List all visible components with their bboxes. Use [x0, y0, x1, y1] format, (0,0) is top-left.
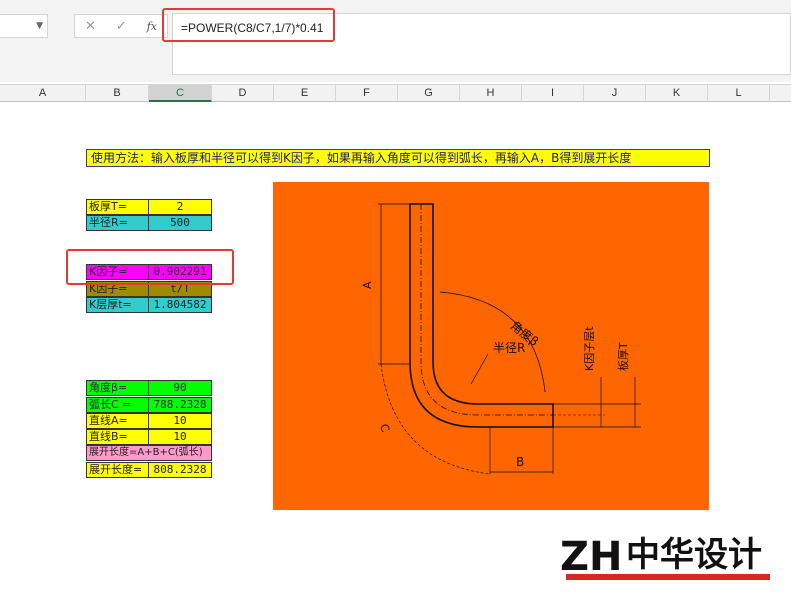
radius-row: 半径R= 500 [86, 215, 212, 231]
logo-graphic: ZH 中华设计 [560, 534, 770, 580]
confirm-icon[interactable]: ✓ [116, 19, 127, 34]
kfactor-highlight-box [66, 249, 234, 285]
chevron-down-icon[interactable]: ▼ [36, 21, 43, 31]
column-header-k[interactable]: K [646, 85, 708, 102]
column-header-f[interactable]: F [336, 85, 398, 102]
column-header-l[interactable]: L [708, 85, 770, 102]
instruction-cell[interactable]: 使用方法：输入板厚和半径可以得到K因子，如果再输入角度可以得到弧长，再输入A，B… [86, 149, 710, 167]
column-header-i[interactable]: I [522, 85, 584, 102]
radius-leader [470, 353, 489, 385]
line-b-row: 直线B= 10 [86, 429, 212, 445]
line-a-row: 直线A= 10 [86, 413, 212, 429]
label-radius: 半径R [493, 341, 525, 355]
angle-value[interactable]: 90 [149, 380, 212, 396]
formula-bar-area: ▼ ✕ ✓ fx =POWER(C8/C7,1/7)*0.41 [0, 0, 791, 82]
insert-function-icon[interactable]: fx [147, 20, 157, 33]
column-header-d[interactable]: D [212, 85, 274, 102]
column-header-b[interactable]: B [86, 85, 149, 102]
unfold-length-label[interactable]: 展开长度= [86, 462, 149, 478]
column-header-h[interactable]: H [460, 85, 522, 102]
label-b: B [516, 455, 524, 469]
unfold-length-value[interactable]: 808.2328 [149, 462, 212, 478]
label-c: C [377, 422, 392, 434]
neutral-axis-line [420, 204, 553, 416]
column-headers: A B C D E F G H I J K L [0, 84, 791, 102]
brand-logo: ZH 中华设计 [558, 526, 774, 584]
angle-label[interactable]: 角度β= [86, 380, 149, 396]
radius-label[interactable]: 半径R= [86, 215, 149, 231]
column-header-g[interactable]: G [398, 85, 460, 102]
arc-label[interactable]: 弧长C = [86, 397, 149, 413]
unfold-formula-label[interactable]: 展开长度=A+B+C(弧长) [86, 445, 212, 461]
bend-diagram: A B C 角度β 半径R K因子层t 板厚T [361, 203, 641, 475]
label-klayer: K因子层t [583, 326, 596, 371]
line-b-value[interactable]: 10 [149, 429, 212, 445]
line-b-label[interactable]: 直线B= [86, 429, 149, 445]
line-a-value[interactable]: 10 [149, 413, 212, 429]
column-header-j[interactable]: J [584, 85, 646, 102]
line-a-label[interactable]: 直线A= [86, 413, 149, 429]
arc-value[interactable]: 788.2328 [149, 397, 212, 413]
column-header-e[interactable]: E [274, 85, 336, 102]
bent-plate-outline [409, 203, 554, 428]
thickness-value[interactable]: 2 [149, 199, 212, 215]
thickness-row: 板厚T= 2 [86, 199, 212, 215]
arc-row: 弧长C = 788.2328 [86, 397, 212, 413]
logo-text: 中华设计 [626, 535, 762, 575]
bend-drawing[interactable]: A B C 角度β 半径R K因子层t 板厚T [273, 182, 709, 510]
unfold-formula-row: 展开长度=A+B+C(弧长) [86, 445, 212, 461]
cancel-icon[interactable]: ✕ [85, 19, 96, 34]
label-a: A [361, 281, 374, 289]
klayer-row: K层厚t= 1.804582 [86, 297, 212, 313]
logo-underline [566, 574, 770, 580]
column-header-a[interactable]: A [0, 85, 86, 102]
angle-row: 角度β= 90 [86, 380, 212, 396]
klayer-value[interactable]: 1.804582 [149, 297, 212, 313]
formula-tools: ✕ ✓ fx [74, 14, 168, 38]
logo-mark: ZH [560, 534, 622, 580]
formula-highlight-box [162, 8, 335, 42]
radius-value[interactable]: 500 [149, 215, 212, 231]
name-box[interactable]: ▼ [0, 14, 48, 38]
thickness-label[interactable]: 板厚T= [86, 199, 149, 215]
unfold-length-row: 展开长度= 808.2328 [86, 462, 212, 478]
column-header-c[interactable]: C [149, 85, 212, 102]
label-thickness: 板厚T [616, 342, 630, 371]
klayer-label[interactable]: K层厚t= [86, 297, 149, 313]
